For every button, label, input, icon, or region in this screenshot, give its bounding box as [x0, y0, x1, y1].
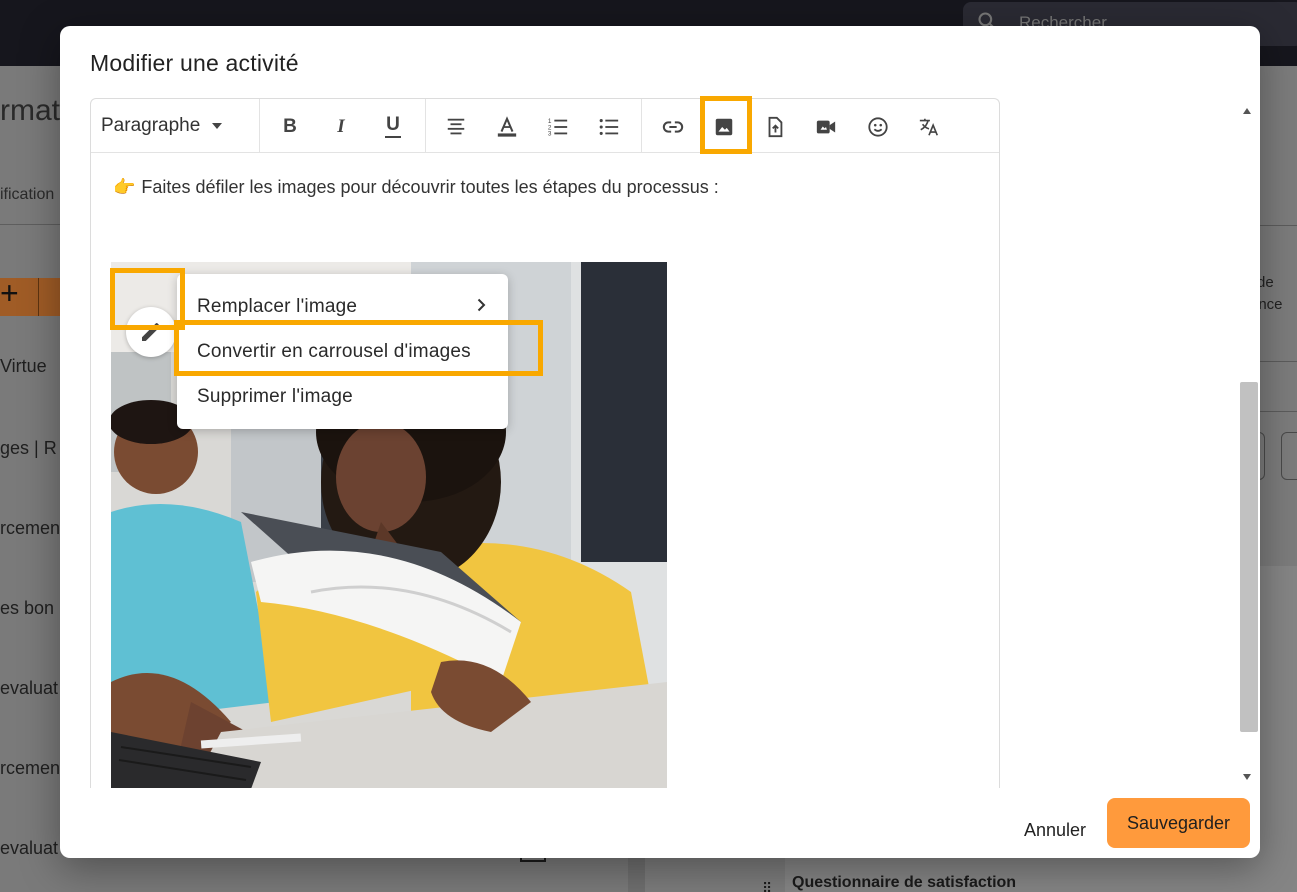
- modal-scrollbar[interactable]: [1240, 102, 1258, 786]
- intro-paragraph: 👉 Faites défiler les images pour découvri…: [113, 177, 719, 198]
- background-field: [1281, 432, 1297, 480]
- image-icon: [715, 118, 733, 136]
- video-icon: [816, 120, 836, 134]
- insert-video-button[interactable]: [811, 112, 841, 142]
- list-item: ges | R: [0, 438, 57, 458]
- modal-title: Modifier une activité: [90, 50, 299, 76]
- rich-text-editor: Paragraphe B I U 123 👉 Faites défiler le…: [90, 98, 1000, 788]
- list-item: evaluat: [0, 678, 59, 698]
- page-title: rmat: [0, 94, 60, 127]
- list-item: es bon: [0, 598, 55, 618]
- bold-button[interactable]: B: [275, 112, 305, 142]
- convert-carousel-item[interactable]: Convertir en carrousel d'images: [177, 329, 508, 373]
- link-button[interactable]: [658, 112, 688, 142]
- emoji-icon: [868, 117, 888, 137]
- pointing-hand-icon: 👉: [113, 177, 136, 197]
- scroll-down-icon[interactable]: [1243, 774, 1251, 780]
- list-item: rcemen: [0, 758, 61, 778]
- file-upload-icon: [768, 116, 783, 138]
- file-upload-button[interactable]: [760, 112, 790, 142]
- pencil-icon: [142, 322, 161, 341]
- list-item: rcemen: [0, 518, 61, 538]
- plus-icon: +: [0, 275, 19, 311]
- ordered-list-icon: 123: [548, 118, 568, 138]
- underline-button[interactable]: U: [378, 112, 408, 142]
- list-item: evaluat: [0, 838, 59, 858]
- italic-button[interactable]: I: [326, 112, 356, 142]
- scroll-thumb[interactable]: [1240, 382, 1258, 732]
- edit-image-button[interactable]: [126, 307, 176, 357]
- svg-text:3: 3: [548, 131, 552, 138]
- drag-handle-icon: ⠿: [762, 880, 773, 892]
- insert-image-button[interactable]: [709, 112, 739, 142]
- image-context-menu: Remplacer l'image Convertir en carrousel…: [177, 274, 508, 429]
- cancel-button[interactable]: Annuler: [1010, 810, 1100, 850]
- editor-toolbar: Paragraphe B I U 123: [91, 99, 999, 153]
- translate-button[interactable]: [914, 112, 944, 142]
- delete-image-label: Supprimer l'image: [197, 386, 353, 407]
- ordered-list-button[interactable]: 123: [543, 112, 573, 142]
- editor-content[interactable]: 👉 Faites défiler les images pour découvri…: [91, 153, 999, 788]
- translate-icon: [919, 118, 939, 136]
- link-icon: [662, 121, 684, 133]
- delete-image-item[interactable]: Supprimer l'image: [177, 374, 508, 418]
- align-button[interactable]: [441, 112, 471, 142]
- replace-image-item[interactable]: Remplacer l'image: [177, 284, 508, 328]
- text-color-icon: [497, 116, 517, 137]
- background-subtab: ification: [0, 186, 55, 203]
- bullet-list-button[interactable]: [594, 112, 624, 142]
- chevron-right-icon: [477, 298, 486, 312]
- caret-down-icon: [212, 123, 223, 129]
- emoji-button[interactable]: [863, 112, 893, 142]
- paragraph-style-select[interactable]: Paragraphe: [101, 113, 223, 139]
- add-button-group[interactable]: +: [0, 275, 62, 316]
- scroll-up-icon[interactable]: [1243, 108, 1251, 114]
- replace-image-label: Remplacer l'image: [197, 296, 358, 317]
- underline-icon: U: [386, 114, 400, 135]
- text-color-button[interactable]: [492, 112, 522, 142]
- bold-icon: B: [283, 116, 297, 137]
- italic-icon: I: [337, 116, 345, 137]
- bullet-list-icon: [599, 119, 619, 135]
- paragraph-style-label: Paragraphe: [101, 115, 201, 136]
- bottom-item: Questionnaire de satisfaction: [792, 874, 1017, 891]
- convert-carousel-label: Convertir en carrousel d'images: [197, 341, 471, 362]
- list-item: Virtue: [0, 356, 47, 376]
- save-button[interactable]: Sauvegarder: [1107, 798, 1250, 848]
- edit-activity-modal: Modifier une activité Paragraphe B I U 1: [60, 26, 1260, 858]
- intro-text: Faites défiler les images pour découvrir…: [141, 177, 719, 197]
- align-icon: [447, 118, 465, 135]
